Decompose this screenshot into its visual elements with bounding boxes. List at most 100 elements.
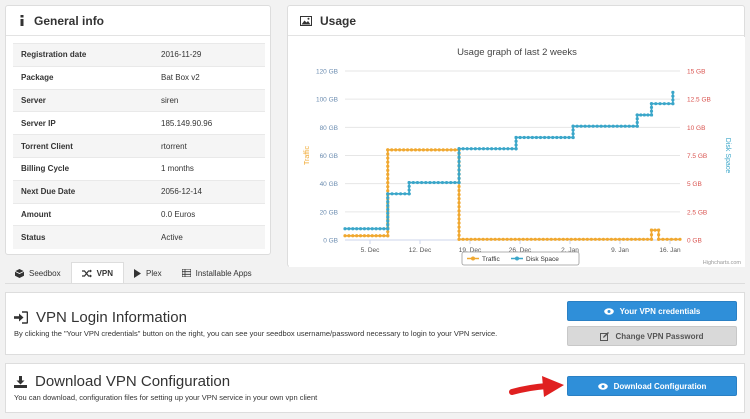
data-point [457,164,461,168]
data-point [457,180,461,185]
data-point [587,124,591,128]
row-key: Server IP [13,111,153,135]
data-point [405,148,410,152]
data-point [386,176,390,181]
chart-title: Usage graph of last 2 weeks [457,47,577,58]
data-point [457,197,461,201]
data-point [521,237,525,241]
data-point [457,184,461,189]
row-key: Next Due Date [13,179,153,204]
table-row: Registration date 2016-11-29 [13,43,265,67]
data-point [529,237,533,241]
data-point [555,135,559,140]
tab-vpn[interactable]: VPN [70,262,125,284]
data-point [386,219,390,223]
row-key: Server [13,88,153,112]
data-point [571,135,575,140]
data-point [386,207,390,211]
download-configuration-button[interactable]: Download Configuration [567,376,737,396]
vpn-credentials-button[interactable]: Your VPN credentials [567,301,737,321]
data-point [617,237,622,241]
data-point [457,155,461,159]
table-row: Torrent Client rtorrent [13,134,265,158]
vpn-login-heading: VPN Login Information [14,309,187,326]
data-point [386,215,390,219]
row-value: rtorrent [153,134,265,158]
data-point [603,124,607,128]
data-point [424,180,428,185]
data-point [374,227,378,231]
data-point [635,117,639,121]
change-vpn-password-button[interactable]: Change VPN Password [567,326,737,346]
data-point [542,135,547,140]
data-point [386,148,390,152]
data-point [457,176,461,180]
general-info-panel: General info Registration date 2016-11-29… [5,5,271,255]
data-point [625,237,630,241]
data-point [526,135,530,140]
usage-chart: Usage graph of last 2 weeks 0 GB 20 GB 40 G… [289,37,745,267]
data-point [386,199,390,204]
data-point [635,120,639,125]
data-point [457,192,461,197]
data-point [440,180,445,185]
data-point [490,147,494,151]
data-point [457,225,461,229]
data-point [658,102,662,106]
data-point [525,237,529,241]
data-point [457,147,461,151]
data-point [514,139,518,143]
vpn-download-description: You can download, configuration files fo… [14,393,318,402]
data-point [382,234,386,238]
data-point [591,124,595,128]
data-point [633,237,638,241]
data-point [386,234,390,238]
data-point [449,180,453,185]
data-point [477,147,482,151]
row-key: Billing Cycle [13,156,153,181]
data-point [457,159,461,164]
data-point [575,124,579,128]
data-point [649,228,654,232]
data-point [583,124,587,128]
download-icon [14,375,27,388]
tab-bar: Seedbox VPN Plex Installable Apps [5,262,262,284]
data-point [481,237,485,241]
data-point [547,135,551,140]
data-point [386,180,390,185]
data-point [386,211,390,215]
data-point [666,102,671,106]
x-axis-tick-label: 12. Dec [409,247,432,254]
usage-panel: Usage Usage graph of last 2 weeks 0 GB 20 … [287,5,745,267]
data-point [432,180,436,185]
data-point [645,237,650,241]
data-point [378,227,382,231]
shuffle-icon [81,269,92,278]
usage-chart-svg: Usage graph of last 2 weeks 0 GB 20 GB 40 G… [289,37,745,267]
vpn-login-section: VPN Login Information By clicking the "Y… [5,292,745,355]
right-axis-tick-label: 5 GB [687,181,702,188]
data-point [607,124,611,128]
data-point [662,102,666,106]
tab-installable-apps[interactable]: Installable Apps [172,262,262,284]
data-point [437,148,441,152]
data-point [639,113,643,117]
x-axis-tick-label: 9. Jan [611,247,629,254]
change-vpn-password-label: Change VPN Password [615,331,704,341]
data-point [541,237,545,241]
tab-seedbox[interactable]: Seedbox [5,262,71,284]
data-point [351,234,355,238]
data-point [390,148,394,152]
data-point [678,237,682,241]
data-point [457,229,461,233]
tab-plex[interactable]: Plex [124,262,172,284]
data-point [390,192,394,196]
data-point [378,234,382,238]
data-point [394,148,398,152]
vpn-login-description: By clicking the "Your VPN credentials" b… [14,329,498,338]
data-point [563,135,567,140]
data-point [557,237,561,241]
data-point [649,237,654,241]
data-point [553,237,557,241]
table-row: Server siren [13,88,265,112]
